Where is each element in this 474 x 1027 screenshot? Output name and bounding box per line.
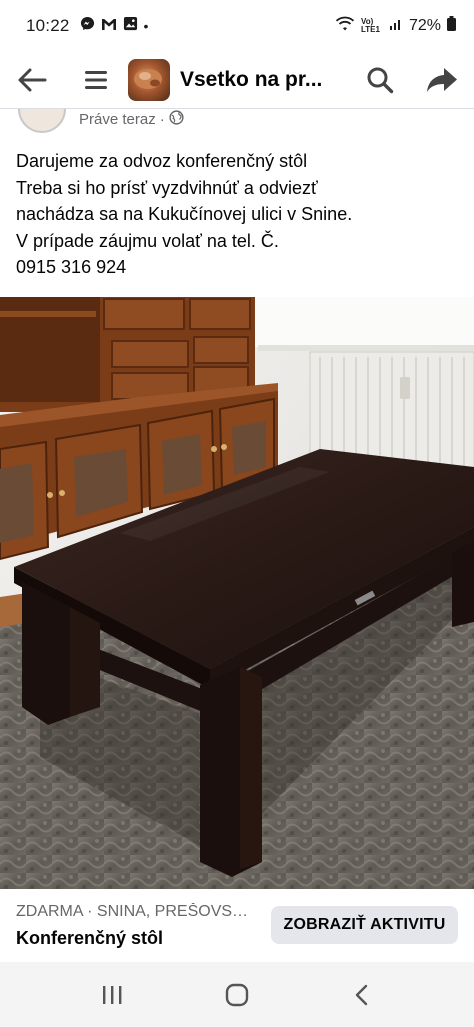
post-line: Darujeme za odvoz konferenčný stôl bbox=[16, 151, 308, 171]
search-icon[interactable] bbox=[362, 62, 398, 98]
messenger-icon bbox=[80, 16, 95, 36]
gallery-icon bbox=[123, 16, 138, 36]
header-actions bbox=[362, 62, 460, 98]
post-time-separator: · bbox=[159, 111, 165, 128]
status-time: 10:22 bbox=[26, 16, 70, 35]
listing-bar: ZDARMA · SNINA, PREŠOVSK... Konferenčný … bbox=[0, 889, 474, 962]
post-line: Treba si ho prísť vyzdvihnúť a odviezť bbox=[16, 177, 318, 198]
group-title[interactable]: Vsetko na pr... bbox=[180, 68, 332, 92]
post-line: V prípade záujmu volať na tel. Č. bbox=[16, 230, 279, 251]
battery-icon bbox=[447, 16, 456, 36]
post-line: nachádza sa na Kukučínovej ulici v Snine… bbox=[16, 204, 353, 224]
battery-level: 72% bbox=[408, 17, 441, 34]
recents-icon[interactable] bbox=[82, 970, 142, 1020]
gmail-icon bbox=[101, 16, 117, 36]
post-time[interactable]: Práve teraz bbox=[79, 111, 156, 128]
signal-icon bbox=[389, 17, 403, 36]
post-time-row: Práve teraz · bbox=[79, 110, 184, 129]
app-header: Vsetko na pr... bbox=[0, 52, 474, 108]
back-arrow-icon[interactable] bbox=[14, 62, 50, 98]
view-activity-button[interactable]: ZOBRAZIŤ AKTIVITU bbox=[271, 906, 458, 944]
phone-number[interactable]: 0915 316 924 bbox=[16, 254, 466, 281]
notification-icons: • bbox=[80, 16, 149, 36]
network-label: Vo) LTE1 bbox=[360, 17, 380, 34]
wifi-icon bbox=[335, 16, 355, 37]
menu-icon[interactable] bbox=[78, 62, 114, 98]
globe-icon bbox=[169, 110, 184, 129]
status-bar: 10:22 • Vo) LTE1 72% bbox=[0, 0, 474, 52]
back-icon[interactable] bbox=[332, 970, 392, 1020]
post-meta: Práve teraz · bbox=[0, 109, 474, 135]
listing-title[interactable]: Konferenčný stôl bbox=[16, 928, 163, 949]
group-avatar[interactable] bbox=[128, 59, 170, 101]
home-icon[interactable] bbox=[207, 970, 267, 1020]
author-avatar[interactable] bbox=[18, 109, 66, 133]
system-nav-bar bbox=[0, 962, 474, 1027]
share-icon[interactable] bbox=[424, 62, 460, 98]
status-dot: • bbox=[143, 18, 149, 34]
listing-photo[interactable] bbox=[0, 297, 474, 889]
post-text: Darujeme za odvoz konferenčný stôl Treba… bbox=[16, 148, 466, 281]
status-right: Vo) LTE1 72% bbox=[335, 16, 456, 37]
listing-location: ZDARMA · SNINA, PREŠOVSK... bbox=[16, 903, 256, 920]
